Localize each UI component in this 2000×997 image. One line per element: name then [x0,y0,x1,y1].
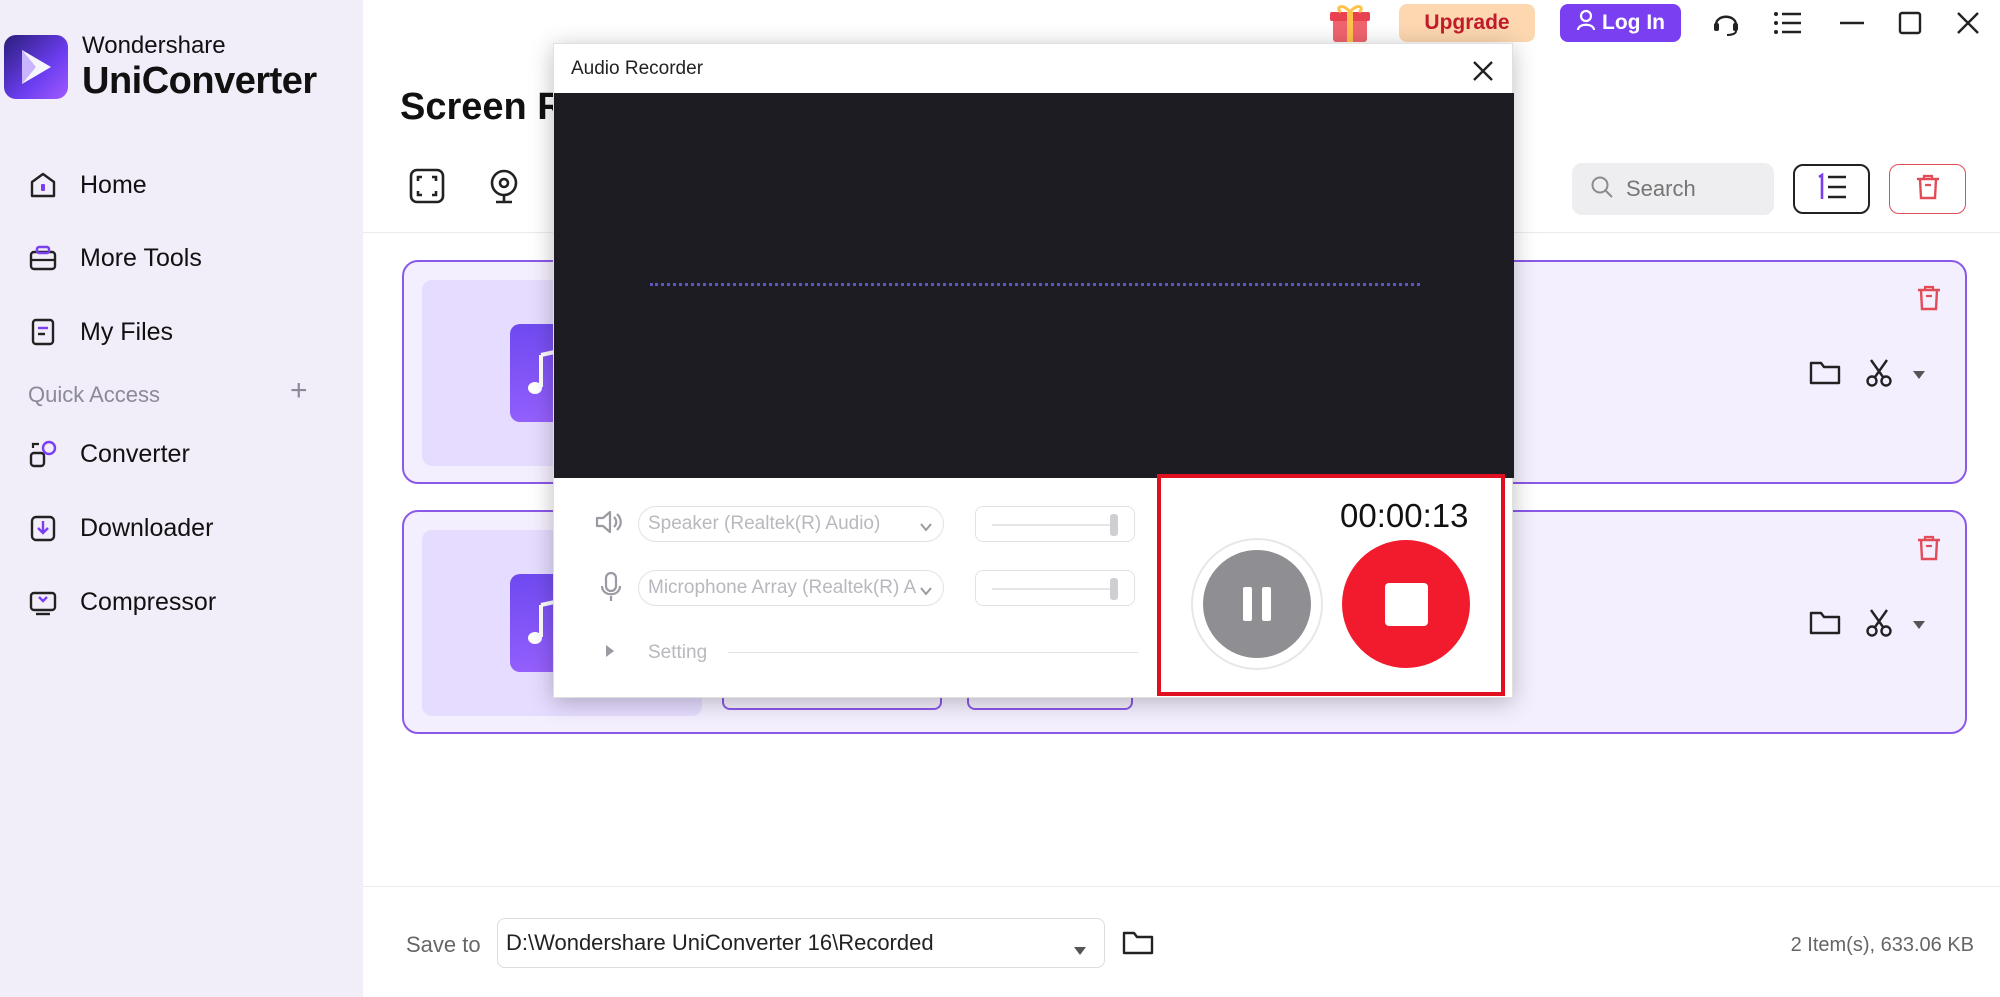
sidebar-item-more-tools[interactable]: More Tools [26,238,202,278]
support-headset-icon[interactable] [1709,6,1743,40]
brand-subtitle: Wondershare [82,32,226,59]
speaker-icon[interactable] [594,508,624,541]
microphone-device-value: Microphone Array (Realtek(R) A [648,577,917,598]
login-button[interactable]: Log In [1560,4,1681,42]
login-label: Log In [1602,11,1665,34]
save-path-value: D:\Wondershare UniConverter 16\Recorded [506,930,934,955]
save-to-label: Save to [406,932,481,957]
sidebar-item-label: More Tools [80,243,202,272]
add-quick-access-icon[interactable]: + [290,376,308,406]
trash-icon [1914,173,1942,206]
sidebar-item-compressor[interactable]: Compressor [26,582,216,622]
screen-capture-icon[interactable] [407,166,447,206]
downloader-icon [26,511,60,545]
user-icon [1576,9,1596,37]
toolbox-icon [26,241,60,275]
stop-icon [1384,582,1428,626]
delete-all-button[interactable] [1889,164,1966,214]
open-folder-icon[interactable] [1809,358,1841,391]
page-title: Screen R [400,86,565,128]
microphone-volume-slider[interactable] [975,570,1135,606]
setting-toggle[interactable]: Setting [648,642,707,664]
sidebar-item-home[interactable]: Home [26,165,147,205]
home-icon [26,168,60,202]
delete-item-icon[interactable] [1915,534,1943,567]
slider-handle[interactable] [1110,514,1118,536]
dialog-title: Audio Recorder [571,58,704,79]
sort-list-button[interactable] [1793,164,1870,214]
menu-list-icon[interactable] [1771,6,1805,40]
file-icon [26,315,60,349]
search-box[interactable] [1572,163,1774,215]
sidebar-item-label: Compressor [80,587,217,616]
open-folder-icon[interactable] [1809,608,1841,641]
items-summary: 2 Item(s), 633.06 KB [1790,934,1974,956]
chevron-down-icon[interactable] [1911,368,1927,386]
chevron-down-icon[interactable] [1911,618,1927,636]
numbered-list-icon [1816,172,1848,206]
sidebar-item-downloader[interactable]: Downloader [26,508,213,548]
converter-icon [26,437,60,471]
sidebar-item-label: Home [80,170,147,199]
compressor-icon [26,585,60,619]
save-path-select[interactable]: D:\Wondershare UniConverter 16\Recorded [497,918,1105,968]
pause-button[interactable] [1193,540,1321,668]
microphone-icon[interactable] [599,571,623,608]
close-icon[interactable] [1468,56,1498,86]
speaker-device-select[interactable]: Speaker (Realtek(R) Audio) [638,506,944,542]
quick-access-label: Quick Access [28,382,161,407]
sidebar: Wondershare UniConverter Home More Tools… [0,0,363,997]
sidebar-item-label: My Files [80,317,174,346]
waveform-line [650,283,1420,286]
chevron-down-icon [919,517,933,539]
pause-icon [1203,550,1311,658]
search-icon [1590,175,1614,204]
setting-divider [728,652,1138,653]
waveform-display [554,93,1514,478]
sidebar-item-label: Downloader [80,513,214,542]
browse-folder-icon[interactable] [1122,928,1154,961]
speaker-device-value: Speaker (Realtek(R) Audio) [648,513,881,534]
maximize-icon[interactable] [1893,6,1927,40]
brand: Wondershare UniConverter [4,34,317,100]
expand-arrow-icon[interactable] [604,644,616,663]
chevron-down-icon [919,581,933,603]
upgrade-button[interactable]: Upgrade [1399,4,1535,42]
sidebar-item-label: Converter [80,439,190,468]
close-window-icon[interactable] [1951,6,1985,40]
sidebar-item-converter[interactable]: Converter [26,434,190,474]
brand-title: UniConverter [82,60,317,102]
speaker-volume-slider[interactable] [975,506,1135,542]
sidebar-item-my-files[interactable]: My Files [26,312,173,352]
webcam-icon[interactable] [484,166,524,206]
minimize-icon[interactable] [1835,6,1869,40]
delete-item-icon[interactable] [1915,284,1943,317]
chevron-down-icon [1072,937,1088,963]
slider-handle[interactable] [1110,578,1118,600]
microphone-device-select[interactable]: Microphone Array (Realtek(R) A [638,570,944,606]
uniconverter-logo-icon [4,35,68,99]
footer-divider [363,886,2000,887]
scissors-icon[interactable] [1864,608,1894,643]
recording-timer: 00:00:13 [1340,497,1469,534]
stop-button[interactable] [1342,540,1470,668]
search-input[interactable] [1626,176,1756,202]
gift-icon[interactable] [1327,2,1373,49]
scissors-icon[interactable] [1864,358,1894,393]
